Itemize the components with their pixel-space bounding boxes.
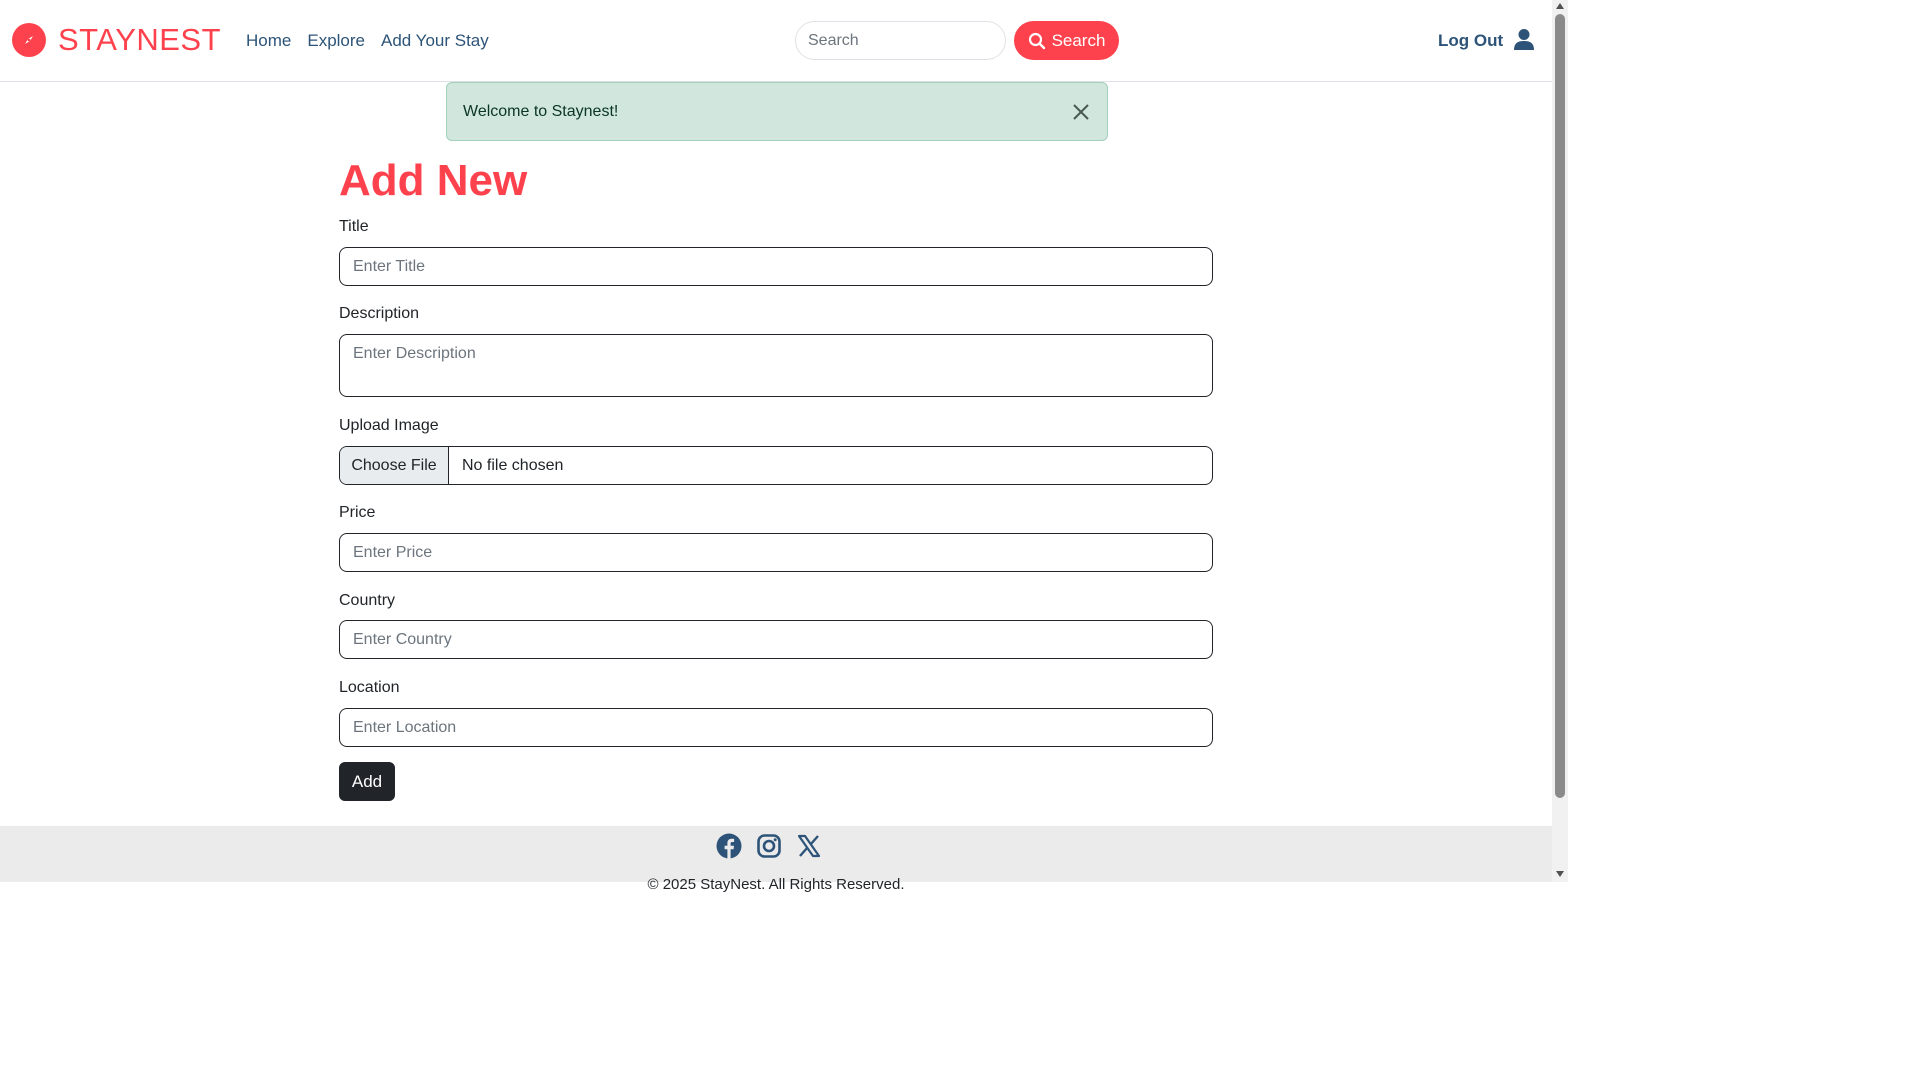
search-button[interactable]: Search — [1014, 21, 1119, 60]
copyright-text: © 2025 StayNest. All Rights Reserved. — [647, 876, 905, 893]
navbar: STAYNEST Home Explore Add Your Stay Sear… — [0, 0, 1552, 82]
logout-link[interactable]: Log Out — [1438, 31, 1503, 51]
country-input[interactable] — [339, 620, 1213, 659]
page-title: Add New — [339, 156, 528, 205]
instagram-icon[interactable] — [756, 833, 782, 859]
description-textarea[interactable] — [339, 334, 1213, 397]
nav-add-your-stay[interactable]: Add Your Stay — [381, 31, 489, 51]
location-input[interactable] — [339, 708, 1213, 747]
price-label: Price — [339, 504, 376, 521]
close-icon[interactable] — [1071, 102, 1091, 122]
user-icon[interactable] — [1514, 28, 1534, 52]
search-button-label: Search — [1051, 30, 1106, 50]
description-label: Description — [339, 305, 420, 322]
page-scrollbar[interactable] — [1552, 0, 1568, 882]
nav-home[interactable]: Home — [246, 31, 291, 51]
alert-message: Welcome to Staynest! — [463, 103, 619, 120]
upload-image-label: Upload Image — [339, 417, 439, 434]
search-input[interactable] — [795, 21, 1006, 60]
title-label: Title — [339, 218, 369, 235]
nav-explore[interactable]: Explore — [307, 31, 365, 51]
choose-file-button[interactable]: Choose File — [340, 447, 449, 484]
price-input[interactable] — [339, 533, 1213, 572]
scrollbar-thumb[interactable] — [1555, 14, 1565, 798]
facebook-icon[interactable] — [716, 833, 742, 859]
country-label: Country — [339, 592, 396, 609]
flash-alert: Welcome to Staynest! — [446, 82, 1108, 141]
search-icon — [1028, 32, 1045, 49]
compass-icon — [12, 23, 46, 57]
brand-link[interactable]: STAYNEST — [12, 22, 221, 58]
scroll-up-icon[interactable] — [1556, 3, 1564, 9]
file-status: No file chosen — [462, 456, 564, 474]
footer: © 2025 StayNest. All Rights Reserved. — [0, 826, 1552, 893]
brand-name: STAYNEST — [58, 22, 222, 57]
nav-links: Home Explore Add Your Stay — [246, 31, 489, 51]
title-input[interactable] — [339, 247, 1213, 286]
image-file-input[interactable]: Choose File No file chosen — [339, 446, 1213, 485]
add-button[interactable]: Add — [339, 762, 395, 801]
scroll-down-icon[interactable] — [1556, 871, 1564, 877]
x-icon[interactable] — [796, 833, 822, 859]
location-label: Location — [339, 679, 400, 696]
social-links — [716, 833, 822, 859]
